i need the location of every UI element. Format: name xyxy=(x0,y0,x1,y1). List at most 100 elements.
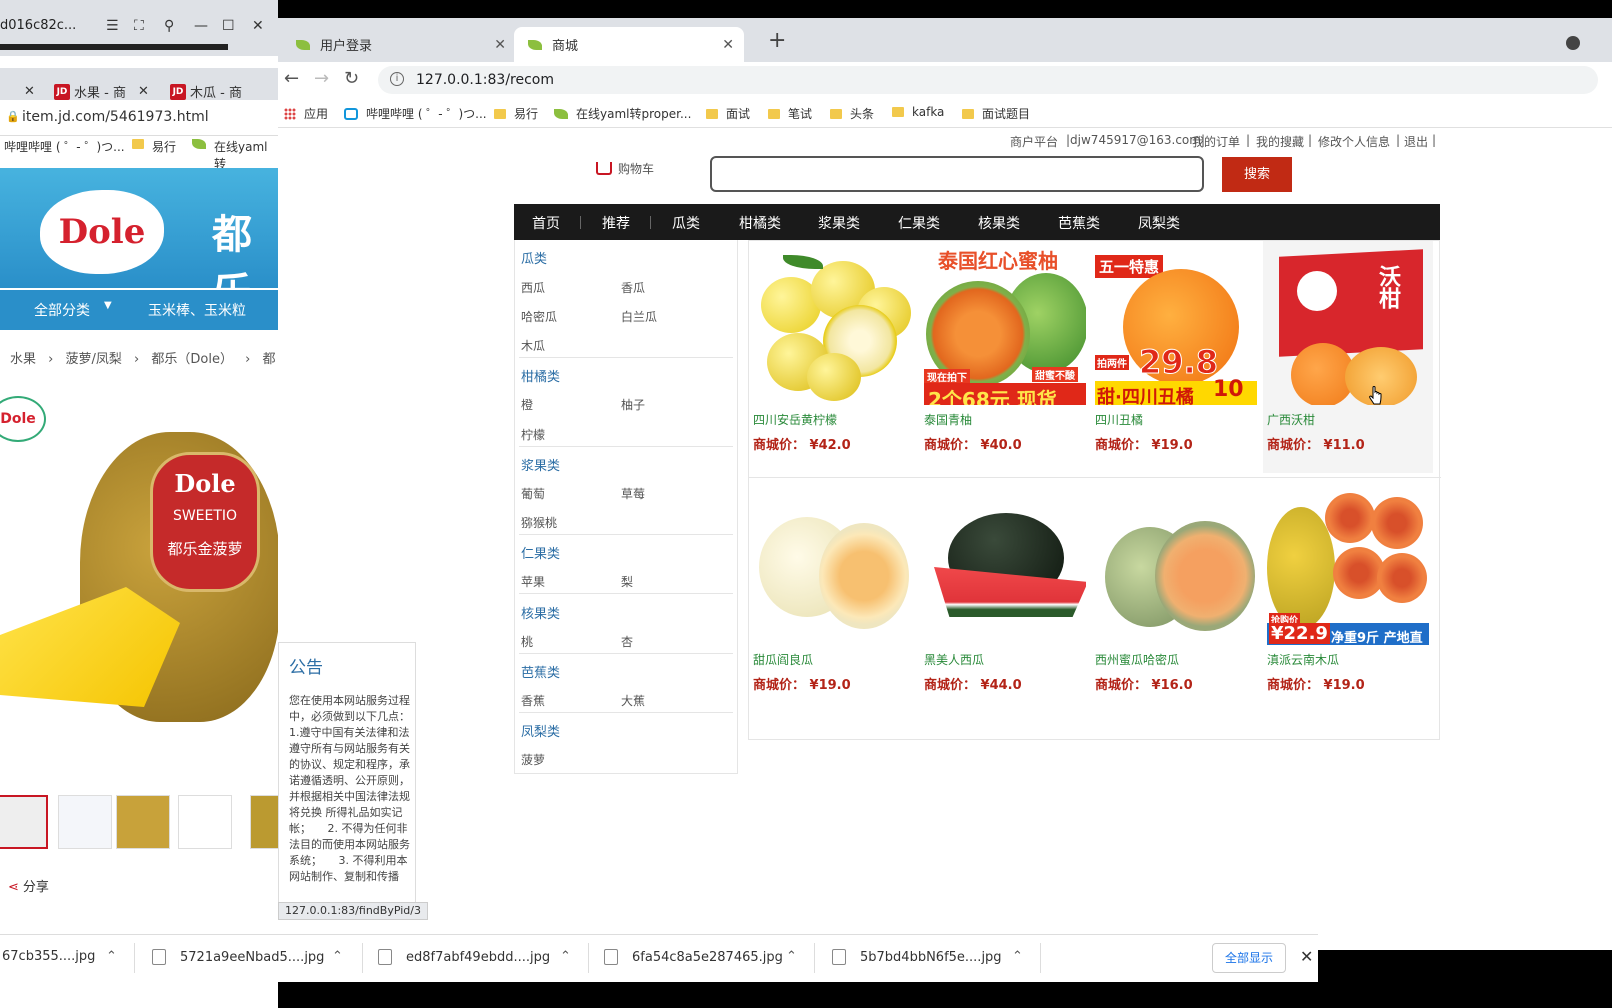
product-name[interactable]: 四川丑橘 xyxy=(1095,411,1143,428)
product-card[interactable]: 甜瓜阎良瓜 商城价： ¥19.0 xyxy=(749,481,919,713)
product-image[interactable]: 沃柑 xyxy=(1267,247,1429,405)
edit-profile-link[interactable]: 修改个人信息 xyxy=(1318,133,1390,150)
thumbnail[interactable] xyxy=(178,795,232,849)
maximize-icon[interactable]: ☐ xyxy=(222,18,235,34)
nav-pineapple[interactable]: 凤梨类 xyxy=(1138,213,1180,233)
subcategory-link[interactable]: 杏 xyxy=(621,633,633,650)
thumbnail[interactable] xyxy=(250,795,278,849)
thumbnail[interactable] xyxy=(116,795,170,849)
thumbnail[interactable] xyxy=(0,795,48,849)
subcategory-link[interactable]: 香瓜 xyxy=(621,279,645,296)
product-name[interactable]: 四川安岳黄柠檬 xyxy=(753,411,837,428)
product-card[interactable]: 沃柑 广西沃柑 商城价： ¥11.0 xyxy=(1263,241,1433,473)
bookmark-apps[interactable]: 应用 xyxy=(284,105,328,122)
product-name[interactable]: 泰国青柚 xyxy=(924,411,972,428)
bookmark[interactable]: 在线yaml转 xyxy=(214,138,278,172)
subcategory-link[interactable]: 菠萝 xyxy=(521,751,545,768)
product-card[interactable]: 四川安岳黄柠檬 商城价： ¥42.0 xyxy=(749,241,919,473)
breadcrumb-item[interactable]: 菠萝/凤梨 xyxy=(66,352,122,367)
fullscreen-icon[interactable]: ⛶ xyxy=(134,18,144,34)
breadcrumb-item[interactable]: 水果 xyxy=(10,352,36,367)
nav-melons[interactable]: 瓜类 xyxy=(672,213,700,233)
my-orders-link[interactable]: 我的订单 xyxy=(1192,133,1240,150)
bookmark-yixing[interactable]: 易行 xyxy=(494,105,538,122)
breadcrumb-item[interactable]: 都乐（Dole） xyxy=(151,352,233,367)
product-image[interactable] xyxy=(753,247,915,405)
subcategory-link[interactable]: 橙 xyxy=(521,396,533,413)
bookmark-interview-questions[interactable]: 面试题目 xyxy=(962,105,1030,122)
product-card[interactable]: 黑美人西瓜 商城价： ¥44.0 xyxy=(920,481,1090,713)
category-heading[interactable]: 瓜类 xyxy=(521,248,547,267)
category-heading[interactable]: 核果类 xyxy=(521,603,560,622)
all-categories-menu[interactable]: 全部分类 xyxy=(34,300,90,320)
bookmark[interactable]: 易行 xyxy=(152,138,176,155)
tab-close-icon[interactable]: ✕ xyxy=(722,37,734,53)
chevron-up-icon[interactable]: ⌃ xyxy=(106,949,117,964)
nav-recommend[interactable]: 推荐 xyxy=(602,213,630,233)
nav-banana[interactable]: 芭蕉类 xyxy=(1058,213,1100,233)
info-icon[interactable]: i xyxy=(390,72,404,86)
chevron-up-icon[interactable]: ⌃ xyxy=(332,949,343,964)
bookmark-interview[interactable]: 面试 xyxy=(706,105,750,122)
product-image[interactable] xyxy=(753,487,915,645)
product-name[interactable]: 西州蜜瓜哈密瓜 xyxy=(1095,651,1179,668)
menu-icon[interactable]: ☰ xyxy=(106,18,119,34)
show-all-downloads-button[interactable]: 全部显示 xyxy=(1212,943,1286,973)
product-card[interactable]: 泰国红心蜜柚 现在拍下 甜蜜不酸 2个68元 现货 泰国青柚 商城价： ¥40.… xyxy=(920,241,1090,473)
minimize-icon[interactable]: — xyxy=(194,18,208,34)
product-name[interactable]: 甜瓜阎良瓜 xyxy=(753,651,813,668)
new-tab-icon[interactable]: + xyxy=(768,28,786,53)
subcategory-link[interactable]: 香蕉 xyxy=(521,692,545,709)
category-heading[interactable]: 浆果类 xyxy=(521,455,560,474)
subcategory-link[interactable]: 梨 xyxy=(621,573,633,590)
subcategory-link[interactable]: 白兰瓜 xyxy=(621,308,657,325)
tab-close-icon[interactable]: ✕ xyxy=(138,84,149,99)
product-name[interactable]: 滇派云南木瓜 xyxy=(1267,651,1339,668)
cart-link[interactable]: 购物车 xyxy=(596,160,654,177)
category-heading[interactable]: 柑橘类 xyxy=(521,366,560,385)
back-icon[interactable]: ← xyxy=(284,68,299,89)
nav-berries[interactable]: 浆果类 xyxy=(818,213,860,233)
download-item[interactable]: ed8f7abf49ebdd....jpg xyxy=(378,949,550,965)
nav-pome[interactable]: 仁果类 xyxy=(898,213,940,233)
reload-icon[interactable]: ↻ xyxy=(344,68,359,89)
category-heading[interactable]: 仁果类 xyxy=(521,543,560,562)
forward-icon[interactable]: → xyxy=(314,68,329,89)
bookmark-toutiao[interactable]: 头条 xyxy=(830,105,874,122)
chevron-up-icon[interactable]: ⌃ xyxy=(1012,949,1023,964)
nav-home[interactable]: 首页 xyxy=(532,213,560,233)
close-icon[interactable]: ✕ xyxy=(1300,947,1313,966)
category-heading[interactable]: 芭蕉类 xyxy=(521,662,560,681)
share-button[interactable]: ⋖ 分享 xyxy=(8,876,49,895)
category-heading[interactable]: 凤梨类 xyxy=(521,721,560,740)
bookmark-kafka[interactable]: kafka xyxy=(892,105,944,119)
product-card[interactable]: 抢购价 ¥22.9 净重9斤 产地直发 滇派云南木瓜 商城价： ¥19.0 xyxy=(1263,481,1433,713)
tab-mall[interactable]: 商城 ✕ xyxy=(514,27,744,62)
product-image[interactable] xyxy=(1095,487,1257,645)
subcategory-link[interactable]: 葡萄 xyxy=(521,485,545,502)
bookmark-yaml[interactable]: 在线yaml转proper... xyxy=(554,105,691,122)
subcategory-link[interactable]: 大蕉 xyxy=(621,692,645,709)
breadcrumb-item[interactable]: 都 xyxy=(262,352,275,367)
subcategory-link[interactable]: 柠檬 xyxy=(521,426,545,443)
product-image[interactable] xyxy=(924,487,1086,645)
profile-icon[interactable] xyxy=(1566,36,1580,50)
category-link[interactable]: 玉米棒、玉米粒 xyxy=(148,300,246,320)
product-image[interactable]: 泰国红心蜜柚 现在拍下 甜蜜不酸 2个68元 现货 xyxy=(924,247,1086,405)
product-card[interactable]: 五一特惠 拍两件 29.8 甜·四川丑橘 10斤 四川丑橘 商城价： ¥19.0 xyxy=(1091,241,1261,473)
download-item[interactable]: 5b7bd4bbN6f5e....jpg xyxy=(832,949,1002,965)
tab-user-login[interactable]: 用户登录 ✕ xyxy=(282,27,516,62)
pin-icon[interactable]: ⚲ xyxy=(164,18,174,34)
product-name[interactable]: 黑美人西瓜 xyxy=(924,651,984,668)
bookmark-written-test[interactable]: 笔试 xyxy=(768,105,812,122)
product-name[interactable]: 广西沃柑 xyxy=(1267,411,1315,428)
address-bar[interactable]: i 127.0.0.1:83/recom xyxy=(378,66,1598,94)
product-image[interactable]: 五一特惠 拍两件 29.8 甜·四川丑橘 10斤 xyxy=(1095,247,1257,405)
subcategory-link[interactable]: 西瓜 xyxy=(521,279,545,296)
merchant-platform-link[interactable]: 商户平台 xyxy=(1010,133,1058,150)
chevron-up-icon[interactable]: ⌃ xyxy=(786,949,797,964)
thumbnail[interactable] xyxy=(58,795,112,849)
subcategory-link[interactable]: 柚子 xyxy=(621,396,645,413)
product-card[interactable]: 西州蜜瓜哈密瓜 商城价： ¥16.0 xyxy=(1091,481,1261,713)
download-item[interactable]: 6fa54c8a5e287465.jpg xyxy=(604,949,783,965)
